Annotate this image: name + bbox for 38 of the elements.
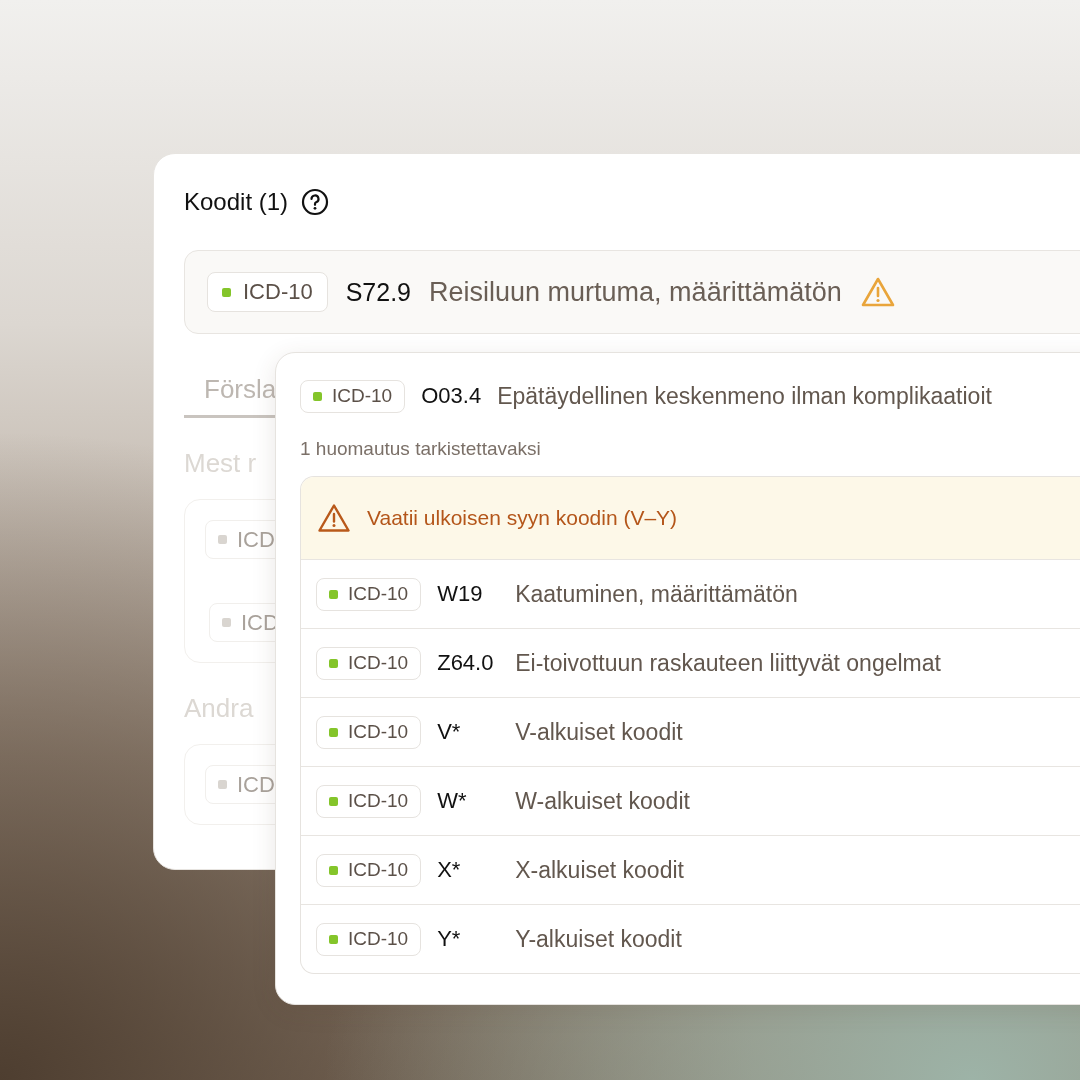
code-system-label: ICD-10 <box>348 928 409 950</box>
suggestion-row[interactable]: ICD-10 V* V-alkuiset koodit <box>301 697 1080 766</box>
code-system-label: ICD-10 <box>348 583 409 605</box>
code-system-label: ICD-10 <box>332 385 393 407</box>
code-description: Ei-toivottuun raskauteen liittyvät ongelmat <box>515 649 941 677</box>
selected-code-field[interactable]: ICD-10 S72.9 Reisiluun murtuma, määrittämätön <box>184 250 1080 334</box>
code-description: X-alkuiset koodit <box>515 856 684 884</box>
code-description: Reisiluun murtuma, määrittämätön <box>429 276 842 308</box>
code-system-label: ICD <box>237 526 275 553</box>
help-icon[interactable] <box>301 188 330 216</box>
code-number: O03.4 <box>421 383 482 409</box>
code-system-label: ICD-10 <box>348 859 409 881</box>
code-system-label: ICD <box>237 771 275 798</box>
code-system-label: ICD-10 <box>348 652 409 674</box>
code-description: Epätäydellinen keskenmeno ilman komplikaatioit <box>497 382 992 410</box>
suggestion-row[interactable]: ICD-10 X* X-alkuiset koodit <box>301 835 1080 904</box>
code-system-label: ICD-10 <box>348 790 409 812</box>
code-number: W19 <box>437 581 484 607</box>
code-number: X* <box>437 857 462 883</box>
warning-text: Vaatii ulkoisen syyn koodin (V–Y) <box>367 506 678 530</box>
code-number: Z64.0 <box>437 650 495 676</box>
review-note: 1 huomautus tarkistettavaksi <box>300 438 542 460</box>
code-number: W* <box>437 788 468 814</box>
code-number: Y* <box>437 926 462 952</box>
panel-title: Koodit (1) <box>184 188 289 216</box>
suggestion-row[interactable]: ICD-10 W19 Kaatuminen, määrittämätön <box>301 559 1080 628</box>
code-description: Y-alkuiset koodit <box>515 925 682 953</box>
warning-icon <box>317 503 351 533</box>
code-number: V* <box>437 719 462 745</box>
code-system-label: ICD-10 <box>243 279 313 305</box>
code-number: S72.9 <box>345 277 412 307</box>
suggestion-row[interactable]: ICD-10 Z64.0 Ei-toivottuun raskauteen liittyvät ongelmat <box>301 628 1080 697</box>
suggestion-row[interactable]: ICD-10 W* W-alkuiset koodit <box>301 766 1080 835</box>
code-description: W-alkuiset koodit <box>515 787 690 815</box>
code-description: Kaatuminen, määrittämätön <box>515 580 798 608</box>
code-description: V-alkuiset koodit <box>515 718 683 746</box>
suggestion-row[interactable]: ICD-10 Y* Y-alkuiset koodit <box>301 904 1080 973</box>
code-system-label: ICD-10 <box>348 721 409 743</box>
